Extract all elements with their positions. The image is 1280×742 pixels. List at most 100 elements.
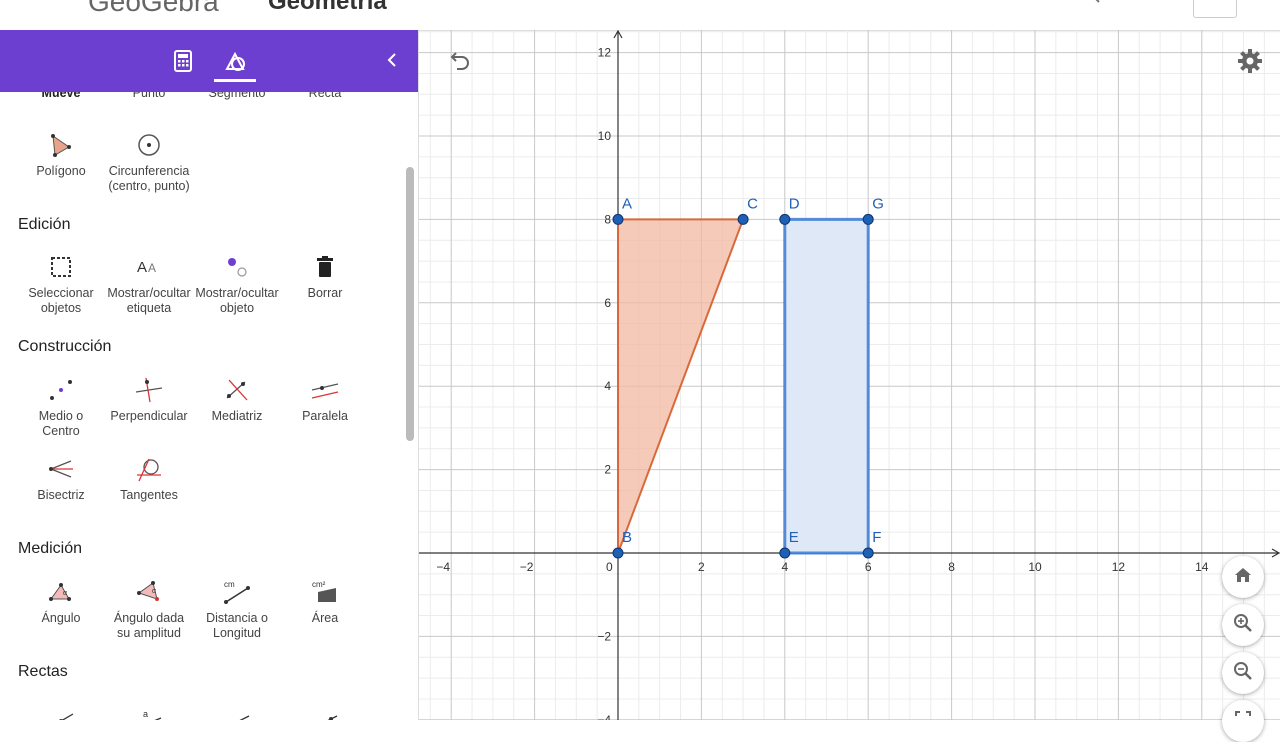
- tool-lines-2[interactable]: a: [105, 702, 193, 720]
- y-tick-label: −2: [597, 629, 611, 643]
- tool-perpendicular[interactable]: Perpendicular: [105, 373, 193, 424]
- angle-icon: α: [17, 575, 105, 609]
- undo-icon[interactable]: [446, 48, 472, 74]
- home-icon: [1234, 566, 1252, 589]
- fullscreen-button[interactable]: [1222, 700, 1264, 742]
- tool-label: Borrar: [307, 286, 343, 300]
- tool-lines-3[interactable]: [193, 702, 281, 720]
- perpendicular-icon: [105, 373, 193, 407]
- app-top-bar: GeoGebra Geometría: [0, 0, 1280, 31]
- point-label-b: B: [622, 529, 632, 546]
- tool-show-hide-object[interactable]: Mostrar/ocultar objeto: [193, 250, 281, 316]
- cm2-label: cm²: [312, 580, 326, 589]
- tool-area[interactable]: cm² Área: [281, 575, 369, 626]
- tool-lines-1[interactable]: [17, 702, 105, 720]
- y-tick-labels: 12 10 8 6 4 2 −2 −4: [597, 46, 611, 720]
- area-icon: cm²: [281, 575, 369, 609]
- graphics-canvas[interactable]: −4 −2 0 2 4 6 8 10 12 14 12 10 8 6 4 2 −2 −4 A B C D G E F: [419, 30, 1280, 720]
- tool-label: Área: [311, 611, 339, 625]
- point-label-f: F: [872, 529, 881, 546]
- y-tick-label: 4: [604, 379, 611, 393]
- angle-bisector-icon: [17, 452, 105, 486]
- tool-delete[interactable]: Borrar: [281, 250, 369, 301]
- zoom-in-button[interactable]: [1222, 604, 1264, 646]
- tools-scrollbar[interactable]: [406, 167, 414, 441]
- polygon-icon: [17, 128, 105, 162]
- calculator-icon[interactable]: [164, 42, 202, 80]
- point-b: [612, 547, 624, 559]
- tool-line[interactable]: Recta: [281, 92, 369, 101]
- tool-angle-given-size[interactable]: α Ángulo dada su amplitud: [105, 575, 193, 641]
- tool-point[interactable]: Punto: [105, 92, 193, 101]
- point-label-a: A: [622, 195, 632, 212]
- tool-distance-length[interactable]: cm Distancia o Longitud: [193, 575, 281, 641]
- tool-label: Distancia o Longitud: [206, 611, 268, 640]
- svg-text:A: A: [148, 261, 156, 275]
- line-label-icon: a: [105, 702, 193, 720]
- circle-icon: [105, 128, 193, 162]
- x-tick-label: −2: [520, 560, 534, 574]
- point-g: [862, 213, 874, 225]
- zoom-out-icon: [1233, 661, 1253, 686]
- parallel-icon: [281, 373, 369, 407]
- tool-lines-4[interactable]: [281, 702, 369, 720]
- point-e: [779, 547, 791, 559]
- x-tick-label: 0: [606, 560, 613, 574]
- perpendicular-bisector-icon: [193, 373, 281, 407]
- tool-label: Circunferencia (centro, punto): [108, 164, 190, 193]
- apps-grid-icon[interactable]: [1148, 0, 1166, 12]
- point-d: [779, 213, 791, 225]
- tool-parallel[interactable]: Paralela: [281, 373, 369, 424]
- x-tick-label: 4: [781, 560, 788, 574]
- gear-icon[interactable]: [1236, 47, 1264, 75]
- tools-list: Mueve Punto Segmento Recta Polígono Circ…: [0, 92, 404, 720]
- tool-midpoint[interactable]: Medio o Centro: [17, 373, 105, 439]
- tool-move[interactable]: Mueve: [17, 92, 105, 101]
- tool-polygon[interactable]: Polígono: [17, 128, 105, 179]
- collapse-panel-icon[interactable]: [378, 46, 406, 74]
- menu-icon[interactable]: [30, 0, 50, 2]
- line-icon: [17, 702, 105, 720]
- y-tick-label: 8: [604, 212, 611, 226]
- y-tick-label: 10: [598, 129, 612, 143]
- y-tick-label: 6: [604, 296, 611, 310]
- y-tick-label: 12: [598, 46, 612, 60]
- tool-angle[interactable]: α Ángulo: [17, 575, 105, 626]
- tangents-icon: [105, 452, 193, 486]
- home-button[interactable]: [1222, 556, 1264, 598]
- sign-in-button[interactable]: [1193, 0, 1237, 18]
- tool-angle-bisector[interactable]: Bisectriz: [17, 452, 105, 503]
- tool-perpendicular-bisector[interactable]: Mediatriz: [193, 373, 281, 424]
- x-tick-label: −4: [436, 560, 450, 574]
- tool-label: Ángulo dada su amplitud: [113, 611, 185, 640]
- graphics-view[interactable]: −4 −2 0 2 4 6 8 10 12 14 12 10 8 6 4 2 −2 −4 A B C D G E F: [419, 30, 1280, 720]
- tool-tangents[interactable]: Tangentes: [105, 452, 193, 503]
- x-tick-label: 12: [1112, 560, 1126, 574]
- tool-label: Medio o Centro: [38, 409, 84, 438]
- tool-label: Polígono: [36, 164, 86, 178]
- svg-text:A: A: [137, 259, 147, 276]
- tool-segment[interactable]: Segmento: [193, 92, 281, 101]
- tool-select-objects[interactable]: Seleccionar objetos: [17, 250, 105, 316]
- app-logo: GeoGebra: [88, 0, 219, 17]
- angle-symbol: α: [63, 590, 67, 597]
- tool-label: Paralela: [302, 409, 348, 423]
- show-hide-object-icon: [193, 250, 281, 284]
- panel-header: [0, 30, 418, 92]
- section-title-measure: Medición: [18, 540, 83, 557]
- zoom-out-button[interactable]: [1222, 652, 1264, 694]
- angle-fixed-icon: α: [105, 575, 193, 609]
- angle-symbol: α: [152, 588, 156, 595]
- tool-label: Ángulo: [41, 611, 81, 625]
- point-c: [737, 213, 749, 225]
- tool-circle-center-point[interactable]: Circunferencia (centro, punto): [105, 128, 193, 194]
- segment-icon: [193, 702, 281, 720]
- ray-icon: [281, 702, 369, 720]
- tool-label: Mueve: [41, 92, 81, 100]
- tool-show-hide-label[interactable]: AA Mostrar/ocultar etiqueta: [105, 250, 193, 316]
- tools-icon[interactable]: [214, 42, 256, 82]
- tool-label: Tangentes: [120, 488, 178, 502]
- search-icon[interactable]: [1085, 0, 1101, 11]
- x-tick-label: 6: [865, 560, 872, 574]
- point-label-d: D: [789, 195, 800, 212]
